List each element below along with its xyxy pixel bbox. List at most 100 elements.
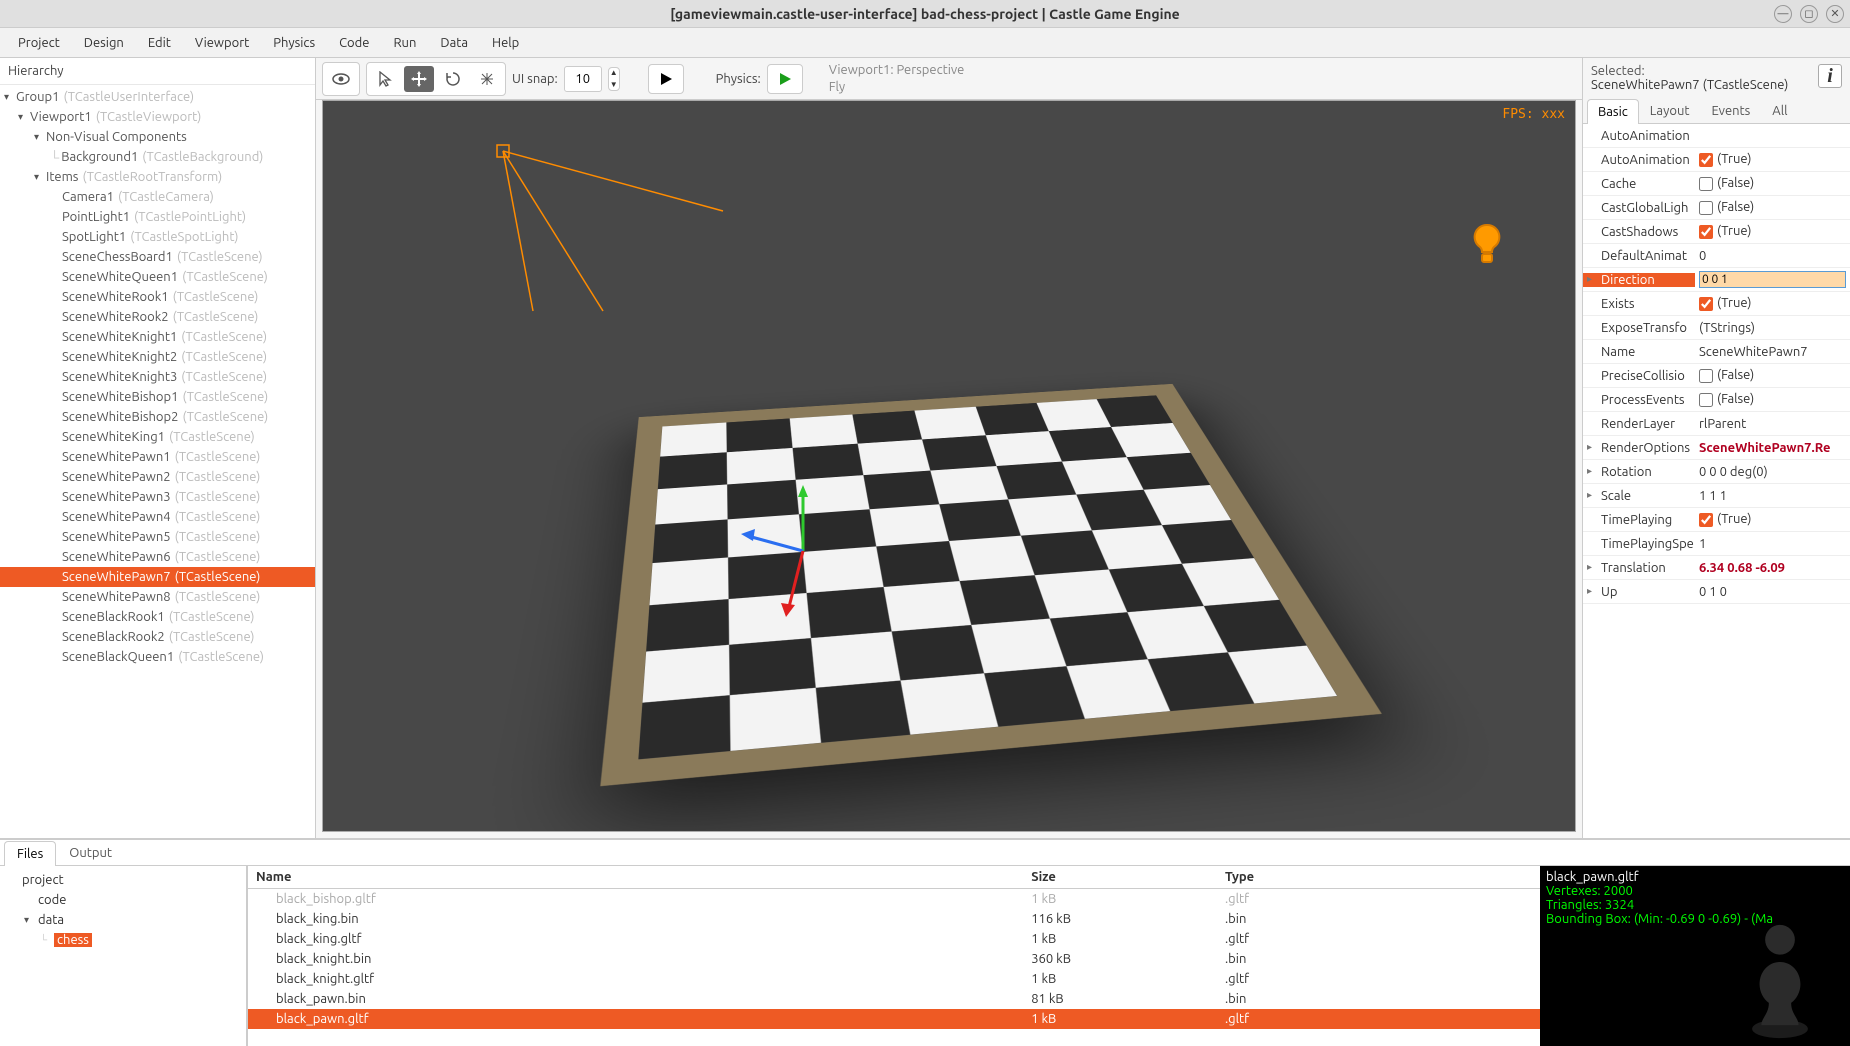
col-type[interactable]: Type [1217,866,1540,889]
property-row[interactable]: ExposeTransfo(TStrings) [1583,316,1850,340]
eye-icon[interactable] [326,66,356,92]
hierarchy-item[interactable]: SceneWhiteBishop2(TCastleScene) [0,407,315,427]
property-checkbox[interactable] [1699,225,1713,239]
play-button[interactable] [648,64,684,94]
property-row[interactable]: TimePlayingSpe1 [1583,532,1850,556]
hierarchy-item[interactable]: ▾Non-Visual Components [0,127,315,147]
property-checkbox[interactable] [1699,177,1713,191]
hierarchy-item[interactable]: SceneWhiteKnight1(TCastleScene) [0,327,315,347]
hierarchy-item[interactable]: PointLight1(TCastlePointLight) [0,207,315,227]
hierarchy-item[interactable]: SceneWhitePawn1(TCastleScene) [0,447,315,467]
property-row[interactable]: Direction [1583,268,1850,292]
property-row[interactable]: NameSceneWhitePawn7 [1583,340,1850,364]
hierarchy-item[interactable]: SceneWhiteQueen1(TCastleScene) [0,267,315,287]
property-row[interactable]: TimePlaying(True) [1583,508,1850,532]
menu-code[interactable]: Code [329,32,379,54]
info-button[interactable]: i [1818,64,1842,88]
hierarchy-item[interactable]: SceneWhitePawn7(TCastleScene) [0,567,315,587]
property-checkbox[interactable] [1699,153,1713,167]
file-row[interactable]: black_knight.gltf1 kB.gltf [248,969,1540,989]
property-row[interactable]: RenderOptionsSceneWhitePawn7.Re [1583,436,1850,460]
folder-tree[interactable]: projectcode▾data└chess [0,866,248,1046]
hierarchy-item[interactable]: └Background1(TCastleBackground) [0,147,315,167]
file-row[interactable]: black_knight.bin360 kB.bin [248,949,1540,969]
hierarchy-item[interactable]: SceneWhitePawn2(TCastleScene) [0,467,315,487]
folder-item[interactable]: project [4,870,242,890]
file-row[interactable]: black_bishop.gltf1 kB.gltf [248,889,1540,910]
hierarchy-item[interactable]: SceneWhiteBishop1(TCastleScene) [0,387,315,407]
file-table[interactable]: Name Size Type black_bishop.gltf1 kB.glt… [248,866,1540,1046]
inspector-tab-basic[interactable]: Basic [1587,99,1639,124]
menu-design[interactable]: Design [74,32,134,54]
hierarchy-item[interactable]: SceneWhitePawn6(TCastleScene) [0,547,315,567]
property-row[interactable]: Translation6.34 0.68 -6.09 [1583,556,1850,580]
property-row[interactable]: RenderLayerrlParent [1583,412,1850,436]
menu-viewport[interactable]: Viewport [185,32,259,54]
folder-item[interactable]: ▾data [4,910,242,930]
property-row[interactable]: AutoAnimation(True) [1583,148,1850,172]
folder-item[interactable]: └chess [4,930,242,950]
hierarchy-item[interactable]: SpotLight1(TCastleSpotLight) [0,227,315,247]
file-row[interactable]: black_king.bin116 kB.bin [248,909,1540,929]
menu-project[interactable]: Project [8,32,70,54]
hierarchy-item[interactable]: SceneBlackRook2(TCastleScene) [0,627,315,647]
property-checkbox[interactable] [1699,393,1713,407]
hierarchy-item[interactable]: ▾Viewport1(TCastleViewport) [0,107,315,127]
hierarchy-item[interactable]: ▾Group1(TCastleUserInterface) [0,87,315,107]
property-list[interactable]: AutoAnimationAutoAnimation(True)Cache(Fa… [1583,124,1850,838]
property-row[interactable]: ProcessEvents(False) [1583,388,1850,412]
hierarchy-item[interactable]: SceneWhitePawn4(TCastleScene) [0,507,315,527]
scale-tool-icon[interactable] [472,66,502,92]
bottom-tab-files[interactable]: Files [4,841,56,866]
property-checkbox[interactable] [1699,297,1713,311]
inspector-tab-all[interactable]: All [1761,98,1798,123]
maximize-button[interactable]: ◻ [1800,5,1818,23]
hierarchy-item[interactable]: SceneWhiteKing1(TCastleScene) [0,427,315,447]
hierarchy-item[interactable]: SceneWhiteRook2(TCastleScene) [0,307,315,327]
cursor-icon[interactable] [370,66,400,92]
menu-run[interactable]: Run [383,32,426,54]
hierarchy-tree[interactable]: ▾Group1(TCastleUserInterface)▾Viewport1(… [0,85,315,838]
property-row[interactable]: PreciseCollisio(False) [1583,364,1850,388]
hierarchy-item[interactable]: ▾Items(TCastleRootTransform) [0,167,315,187]
property-row[interactable]: Rotation0 0 0 deg(0) [1583,460,1850,484]
property-row[interactable]: Up0 1 0 [1583,580,1850,604]
property-row[interactable]: AutoAnimation [1583,124,1850,148]
hierarchy-item[interactable]: Camera1(TCastleCamera) [0,187,315,207]
col-name[interactable]: Name [248,866,1023,889]
hierarchy-item[interactable]: SceneWhiteKnight3(TCastleScene) [0,367,315,387]
property-checkbox[interactable] [1699,513,1713,527]
menu-data[interactable]: Data [430,32,478,54]
physics-play-button[interactable] [767,64,803,94]
property-checkbox[interactable] [1699,369,1713,383]
file-row[interactable]: black_pawn.bin81 kB.bin [248,989,1540,1009]
folder-item[interactable]: code [4,890,242,910]
file-row[interactable]: black_king.gltf1 kB.gltf [248,929,1540,949]
ui-snap-input[interactable] [564,66,602,92]
close-button[interactable]: ✕ [1826,5,1844,23]
hierarchy-item[interactable]: SceneBlackRook1(TCastleScene) [0,607,315,627]
hierarchy-item[interactable]: SceneChessBoard1(TCastleScene) [0,247,315,267]
hierarchy-item[interactable]: SceneWhitePawn8(TCastleScene) [0,587,315,607]
rotate-tool-icon[interactable] [438,66,468,92]
property-row[interactable]: CastGlobalLigh(False) [1583,196,1850,220]
hierarchy-item[interactable]: SceneWhitePawn5(TCastleScene) [0,527,315,547]
property-checkbox[interactable] [1699,201,1713,215]
col-size[interactable]: Size [1023,866,1217,889]
bottom-tab-output[interactable]: Output [56,840,125,865]
minimize-button[interactable]: — [1774,5,1792,23]
snap-stepper[interactable]: ▲▼ [608,67,620,91]
inspector-tab-events[interactable]: Events [1700,98,1761,123]
hierarchy-item[interactable]: SceneWhiteRook1(TCastleScene) [0,287,315,307]
property-row[interactable]: DefaultAnimat0 [1583,244,1850,268]
property-row[interactable]: CastShadows(True) [1583,220,1850,244]
menu-edit[interactable]: Edit [138,32,181,54]
hierarchy-item[interactable]: SceneWhitePawn3(TCastleScene) [0,487,315,507]
property-row[interactable]: Cache(False) [1583,172,1850,196]
menu-help[interactable]: Help [482,32,529,54]
move-tool-icon[interactable] [404,66,434,92]
transform-gizmo[interactable] [733,481,873,621]
file-row[interactable]: black_pawn.gltf1 kB.gltf [248,1009,1540,1029]
property-row[interactable]: Exists(True) [1583,292,1850,316]
hierarchy-item[interactable]: SceneBlackQueen1(TCastleScene) [0,647,315,667]
